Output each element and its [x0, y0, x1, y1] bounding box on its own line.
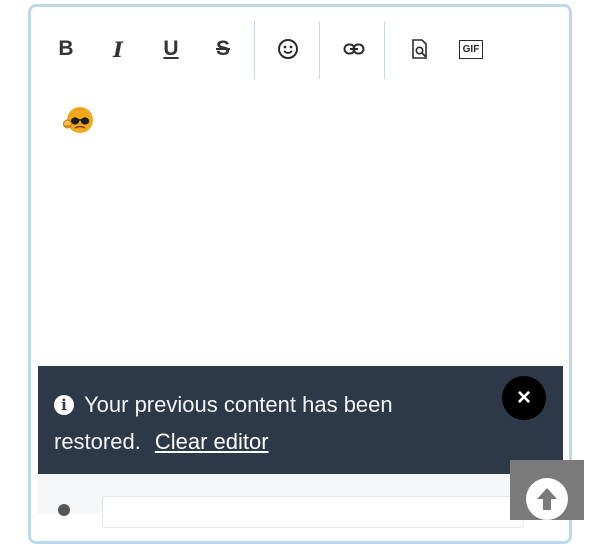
emoji-button[interactable]: [273, 33, 303, 65]
arrow-up-icon: [537, 488, 557, 510]
toolbar-divider: [384, 21, 385, 79]
gif-button[interactable]: GIF: [457, 33, 485, 65]
strikethrough-button[interactable]: S: [207, 33, 239, 65]
scroll-to-top-button[interactable]: [510, 460, 584, 520]
link-icon: [343, 43, 365, 55]
italic-label: I: [113, 36, 123, 62]
close-notice-button[interactable]: ×: [502, 376, 546, 420]
secondary-input[interactable]: [102, 496, 524, 528]
info-icon: i: [54, 395, 74, 415]
sunglasses-sweat-emoji: [63, 107, 93, 133]
bold-button[interactable]: B: [51, 33, 81, 65]
underline-label: U: [163, 37, 179, 60]
preview-button[interactable]: [405, 33, 435, 65]
document-search-icon: [412, 39, 427, 59]
link-button[interactable]: [339, 33, 369, 65]
smiley-icon: [278, 39, 298, 59]
italic-button[interactable]: I: [103, 33, 133, 65]
editor-toolbar: B I U S GIF: [31, 7, 569, 89]
bold-label: B: [58, 37, 74, 60]
restored-content-notice: i Your previous content has been restored…: [38, 366, 563, 474]
toolbar-divider: [319, 21, 320, 79]
toolbar-divider: [254, 21, 255, 79]
notice-text: i Your previous content has been restored…: [54, 386, 474, 460]
underline-button[interactable]: U: [155, 33, 187, 65]
up-arrow-circle: [526, 478, 568, 520]
strikethrough-label: S: [215, 37, 230, 60]
clear-editor-link[interactable]: Clear editor: [155, 429, 269, 454]
gif-label: GIF: [458, 39, 484, 59]
avatar: [58, 504, 70, 516]
editor-footer-row: [38, 474, 563, 528]
